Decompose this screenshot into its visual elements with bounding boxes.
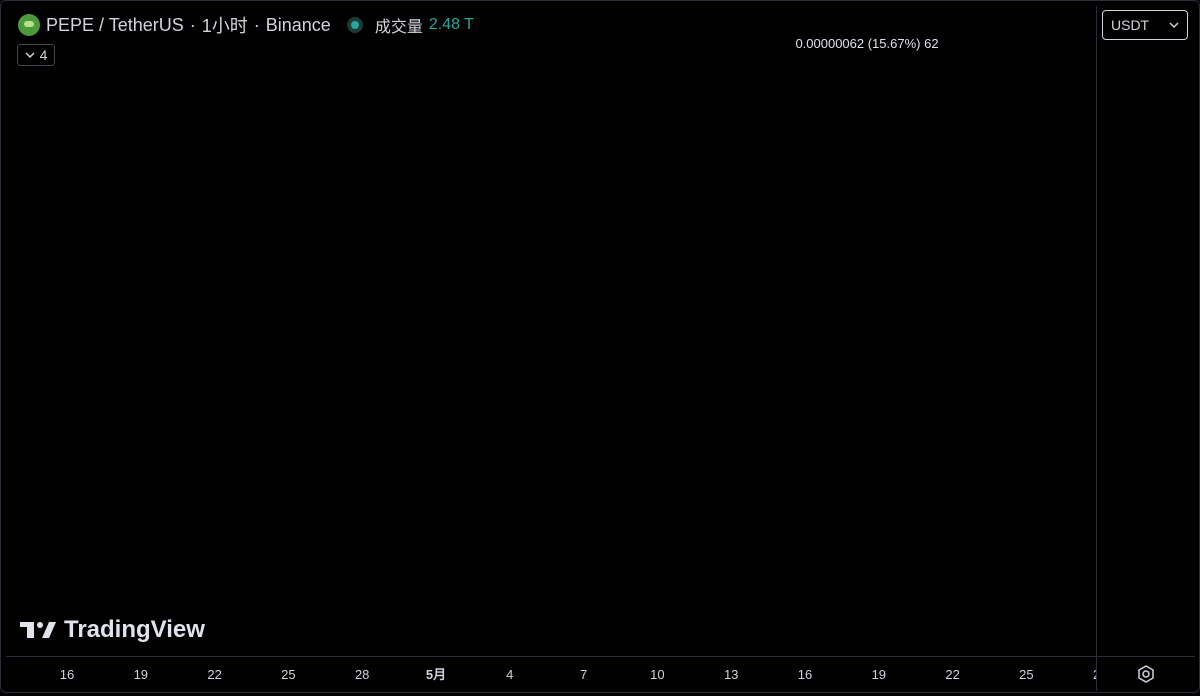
symbol-exchange: Binance xyxy=(265,14,331,35)
market-open-status-icon xyxy=(346,17,363,33)
time-tick-label: 4 xyxy=(506,667,513,682)
currency-selector[interactable]: USDT xyxy=(1102,10,1188,40)
currency-value: USDT xyxy=(1111,17,1150,33)
time-tick-label: 16 xyxy=(60,667,74,682)
time-tick-label: 7 xyxy=(580,667,587,682)
price-chart[interactable] xyxy=(6,6,1096,656)
price-axis[interactable]: 0.000004600.000004500.000004400.00000430… xyxy=(1096,6,1195,656)
chevron-down-icon xyxy=(25,52,35,59)
volume-value: 2.48 T xyxy=(428,16,474,33)
settings-icon[interactable] xyxy=(1097,657,1195,691)
indicators-count: 4 xyxy=(39,47,48,63)
time-tick-label: 10 xyxy=(650,667,664,682)
legend-separator: · xyxy=(189,14,196,35)
time-tick-label: 22 xyxy=(945,667,959,682)
axis-corner xyxy=(1096,656,1195,691)
symbol-pair[interactable]: PEPE / TetherUS xyxy=(46,15,184,36)
tradingview-logo[interactable]: TradingView xyxy=(20,616,205,644)
symbol-legend: PEPE / TetherUS · 1小时 · Binance 成交量 2.48… xyxy=(18,12,474,38)
time-tick-label: 19 xyxy=(134,667,148,682)
time-axis-labels: 16192225285月4710131619222528 xyxy=(60,667,1108,682)
time-tick-label: 22 xyxy=(207,667,221,682)
time-tick-label: 5月 xyxy=(426,667,446,682)
tradingview-logo-text: TradingView xyxy=(64,616,205,643)
symbol-interval[interactable]: 1小时 xyxy=(202,12,248,38)
measure-tool-label: 0.00000062 (15.67%) 62 xyxy=(795,36,939,51)
time-tick-label: 25 xyxy=(281,667,295,682)
volume-label: 成交量 xyxy=(374,19,423,36)
time-tick-label: 25 xyxy=(1019,667,1033,682)
time-tick-label: 28 xyxy=(355,667,369,682)
price-axis-labels: 0.000004600.000004500.000004400.00000430… xyxy=(1097,6,1195,656)
chart-plot-area[interactable] xyxy=(6,6,1096,656)
indicators-collapse-button[interactable]: 4 xyxy=(17,44,55,66)
time-tick-label: 19 xyxy=(872,667,886,682)
pepe-coin-icon xyxy=(18,14,40,36)
legend-separator: · xyxy=(253,14,260,35)
time-tick-label: 13 xyxy=(724,667,738,682)
tradingview-logo-icon xyxy=(20,622,56,638)
chevron-down-icon xyxy=(1169,22,1179,29)
time-axis[interactable]: 16192225285月4710131619222528 xyxy=(6,656,1108,691)
time-tick-label: 16 xyxy=(798,667,812,682)
